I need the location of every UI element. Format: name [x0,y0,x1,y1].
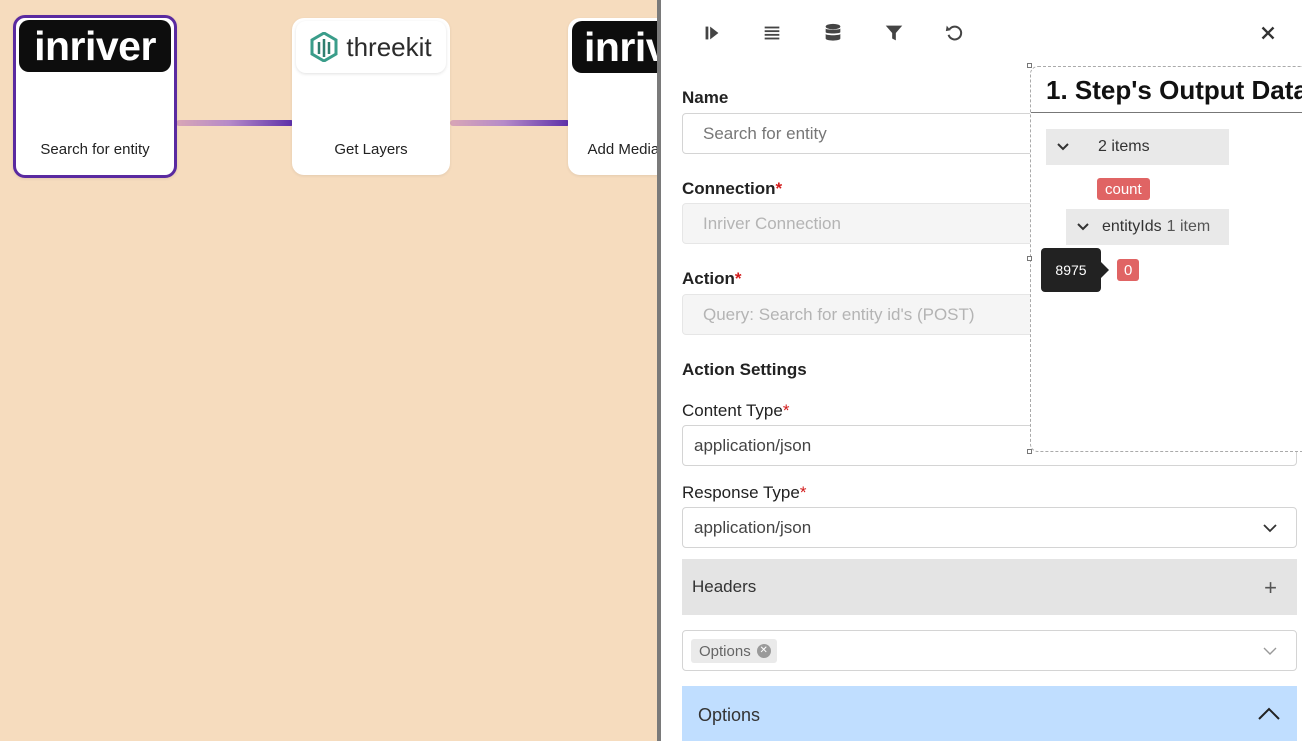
connector-2-3 [450,120,570,126]
chevron-up-icon [1258,707,1280,720]
close-icon[interactable] [1255,20,1281,46]
chevron-down-icon [1263,647,1277,655]
list-icon[interactable] [759,20,785,46]
workflow-canvas[interactable]: inriver Search for entity threekit Get L… [0,0,658,741]
output-title-divider [1031,112,1302,113]
response-type-select[interactable]: application/json [682,507,1297,548]
inriver-logo: inriver [19,20,171,72]
connection-value: Inriver Connection [703,213,841,233]
connection-label: Connection* [682,179,783,198]
name-label: Name [682,88,729,107]
inriver-logo: inriv [572,21,658,73]
options-tag: Options ✕ [691,639,777,663]
output-title: 1. Step's Output Data [1046,75,1302,105]
connector-1-2 [176,120,294,126]
key-count-badge[interactable]: count [1097,178,1150,200]
options-section-label: Options [698,704,761,725]
headers-section[interactable]: Headers + [682,559,1297,615]
step-forward-icon[interactable] [699,20,725,46]
threekit-logo-text: threekit [346,31,432,62]
required-mark: * [799,483,807,502]
chevron-down-icon [1263,524,1277,533]
node-label: Get Layers [334,141,408,158]
required-mark: * [734,269,742,288]
content-type-value: application/json [694,435,812,455]
tree-root-row[interactable]: 2 items [1046,129,1229,165]
resize-handle-bottom-left[interactable] [1027,449,1032,454]
panel-toolbar [661,0,1302,66]
tree-entityids-row[interactable]: entityIds 1 item [1066,209,1229,245]
action-settings-heading: Action Settings [682,360,807,379]
action-value: Query: Search for entity id's (POST) [703,304,975,324]
threekit-logo: threekit [296,21,446,73]
root-summary: 2 items [1098,138,1150,155]
threekit-mark-icon [310,32,338,62]
response-type-label: Response Type* [682,483,807,502]
step-node-add-media-url[interactable]: inriv Add Media Url [568,18,658,175]
required-mark: * [782,401,790,420]
filter-icon[interactable] [881,20,907,46]
key-entityids: entityIds [1102,218,1162,235]
chevron-down-icon [1057,143,1069,151]
inriver-logo-text: inriv [584,23,658,70]
add-header-button[interactable]: + [1264,575,1277,601]
options-tag-label: Options [699,642,751,660]
chevron-down-icon [1077,223,1089,231]
headers-label: Headers [692,577,757,596]
required-mark: * [775,179,783,198]
node-label: Add Media Url [587,141,658,158]
step-node-get-layers[interactable]: threekit Get Layers [292,18,450,175]
undo-icon[interactable] [942,20,968,46]
value-tooltip: 8975 [1041,248,1109,292]
remove-tag-icon[interactable]: ✕ [756,644,771,658]
resize-handle-top-left[interactable] [1027,63,1032,68]
step-node-search-for-entity[interactable]: inriver Search for entity [13,15,177,178]
inriver-logo-text: inriver [34,22,156,69]
tooltip-value: 8975 [1055,262,1087,278]
content-type-label: Content Type* [682,401,790,420]
node-label: Search for entity [40,141,150,158]
response-type-value: application/json [694,517,812,537]
options-multiselect[interactable]: Options ✕ [682,630,1297,671]
entityids-summary: 1 item [1166,218,1211,235]
resize-handle-left[interactable] [1027,256,1032,261]
action-label: Action* [682,269,742,288]
options-section-header[interactable]: Options [682,686,1297,741]
database-icon[interactable] [820,20,846,46]
index-zero-badge[interactable]: 0 [1117,259,1140,281]
name-placeholder: Search for entity [703,123,827,143]
